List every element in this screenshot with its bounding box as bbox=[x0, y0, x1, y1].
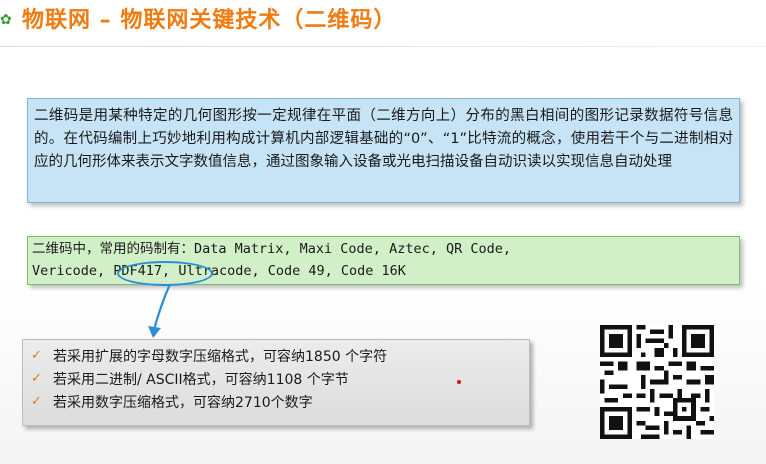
slide-title: 物联网 – 物联网关键技术（二维码） bbox=[22, 8, 397, 33]
capacity-item-text: 若采用扩展的字母数字压缩格式，可容纳1850 个字符 bbox=[53, 348, 388, 365]
capacity-item-text: 若采用二进制/ ASCII格式，可容纳1108 个字节 bbox=[53, 371, 349, 388]
title-divider bbox=[0, 46, 766, 47]
down-arrow-icon bbox=[148, 283, 172, 338]
capacity-item: ✓ 若采用二进制/ ASCII格式，可容纳1108 个字节 bbox=[31, 367, 521, 390]
definition-text: 二维码是用某种特定的几何图形按一定规律在平面（二维方向上）分布的黑白相间的图形记… bbox=[34, 108, 733, 170]
capacity-item: ✓ 若采用数字压缩格式，可容纳2710个数字 bbox=[31, 390, 521, 413]
checkmark-icon: ✓ bbox=[31, 348, 42, 363]
code-types-line-1: 二维码中，常用的码制有：Data Matrix, Maxi Code, Azte… bbox=[32, 238, 735, 260]
clover-bullet-icon: ✿ bbox=[0, 12, 12, 28]
checkmark-icon: ✓ bbox=[31, 371, 42, 386]
code-types-list-1: Data Matrix, Maxi Code, Aztec, QR Code, bbox=[194, 241, 511, 257]
capacity-item-text: 若采用数字压缩格式，可容纳2710个数字 bbox=[53, 394, 313, 411]
qr-code-image bbox=[600, 325, 714, 439]
red-dot-mark bbox=[457, 380, 461, 384]
capacity-item: ✓ 若采用扩展的字母数字压缩格式，可容纳1850 个字符 bbox=[31, 344, 521, 367]
pdf417-capacity-box: ✓ 若采用扩展的字母数字压缩格式，可容纳1850 个字符 ✓ 若采用二进制/ A… bbox=[22, 339, 530, 426]
definition-box: 二维码是用某种特定的几何图形按一定规律在平面（二维方向上）分布的黑白相间的图形记… bbox=[27, 98, 740, 203]
code-types-prefix: 二维码中，常用的码制有： bbox=[32, 241, 194, 257]
checkmark-icon: ✓ bbox=[31, 394, 42, 409]
code-type-vericode: Vericode, bbox=[32, 263, 114, 279]
